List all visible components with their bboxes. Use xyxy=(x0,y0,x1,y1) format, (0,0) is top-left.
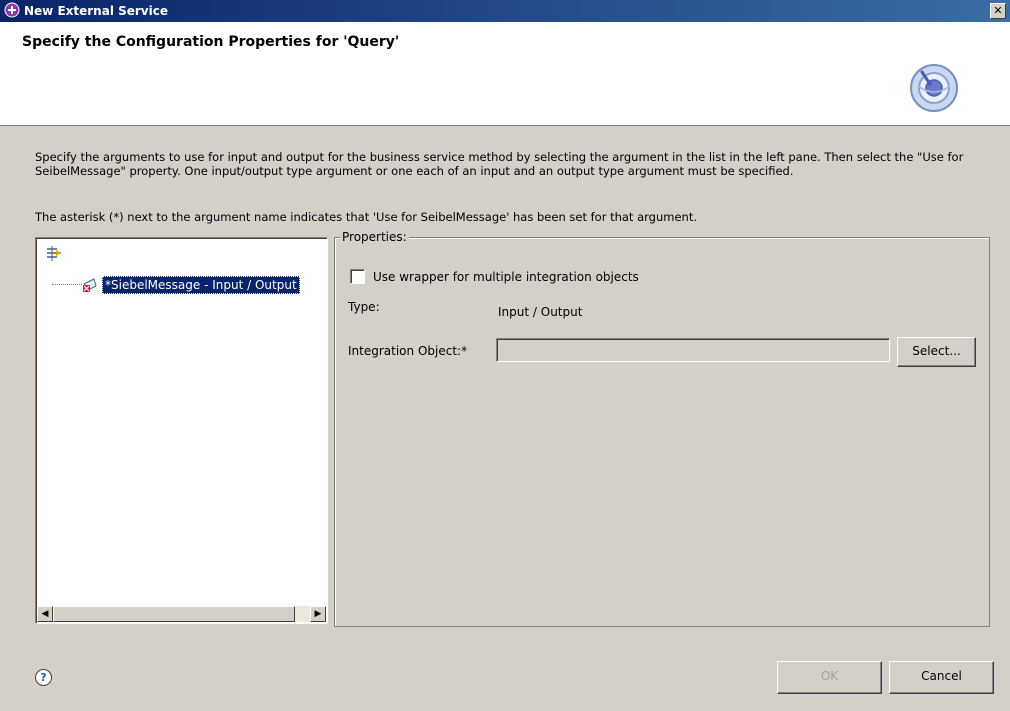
integration-object-field[interactable] xyxy=(496,338,890,362)
scrollbar-thumb[interactable] xyxy=(53,606,295,622)
properties-group-label: Properties: xyxy=(340,230,409,244)
scroll-left-button[interactable]: ◀ xyxy=(37,606,53,622)
wizard-header: Specify the Configuration Properties for… xyxy=(0,22,1010,126)
arguments-tree[interactable]: *SiebelMessage - Input / Output ◀ ▶ xyxy=(35,237,328,624)
integration-object-label: Integration Object:* xyxy=(348,344,468,358)
dialog-window: New External Service ✕ Specify the Confi… xyxy=(0,0,1010,711)
expand-tree-icon[interactable] xyxy=(44,244,64,264)
wizard-globe-icon xyxy=(910,64,958,112)
service-icon xyxy=(4,2,20,18)
page-title: Specify the Configuration Properties for… xyxy=(22,34,400,50)
title-bar[interactable]: New External Service ✕ xyxy=(0,0,1010,22)
horizontal-scrollbar[interactable]: ◀ ▶ xyxy=(37,606,326,622)
scroll-right-button[interactable]: ▶ xyxy=(310,606,326,622)
type-label: Type: xyxy=(348,300,380,314)
argument-icon xyxy=(83,278,97,292)
type-value: Input / Output xyxy=(498,305,583,319)
tree-item-label[interactable]: *SiebelMessage - Input / Output xyxy=(102,276,300,294)
tree-connector xyxy=(52,284,82,285)
help-icon[interactable]: ? xyxy=(35,669,52,686)
use-wrapper-checkbox[interactable] xyxy=(350,269,365,284)
select-button[interactable]: Select... xyxy=(897,337,976,367)
ok-button[interactable]: OK xyxy=(777,661,882,694)
instructions-text: Specify the arguments to use for input a… xyxy=(35,150,964,178)
properties-group xyxy=(334,237,990,627)
asterisk-note: The asterisk (*) next to the argument na… xyxy=(35,210,697,224)
cancel-button[interactable]: Cancel xyxy=(889,661,994,694)
use-wrapper-label[interactable]: Use wrapper for multiple integration obj… xyxy=(373,270,639,284)
window-title: New External Service xyxy=(24,4,168,18)
close-button[interactable]: ✕ xyxy=(990,3,1006,19)
